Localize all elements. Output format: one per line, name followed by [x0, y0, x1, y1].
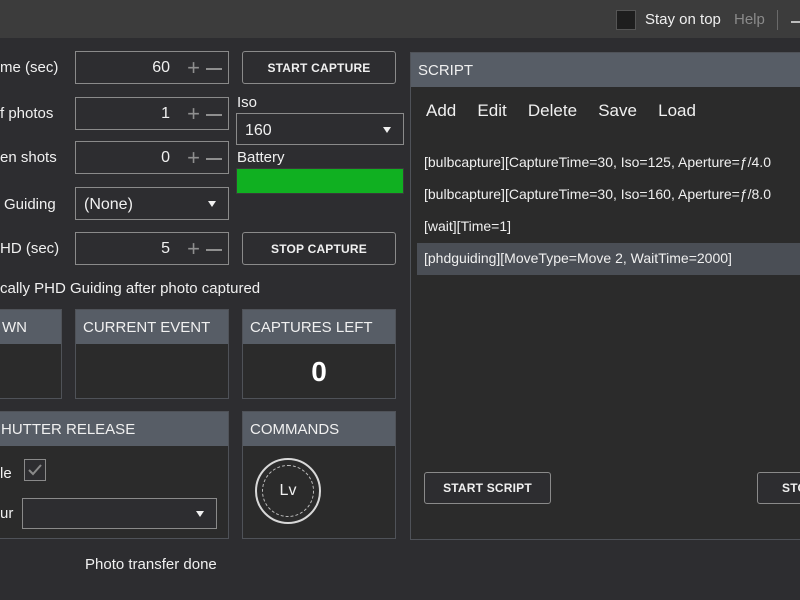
stop-script-button[interactable]: STO — [757, 472, 800, 504]
chevron-down-icon — [383, 127, 391, 133]
guiding-dropdown[interactable]: (None) — [75, 187, 229, 220]
countdown-panel: WN — [0, 309, 62, 399]
captures-left-title: CAPTURES LEFT — [250, 319, 373, 336]
commands-title: COMMANDS — [250, 421, 340, 438]
stay-on-top-checkbox[interactable] — [616, 10, 636, 30]
current-event-panel: CURRENT EVENT — [75, 309, 229, 399]
decrement-icon[interactable] — [206, 102, 222, 126]
script-add-button[interactable]: Add — [426, 101, 456, 120]
title-separator — [777, 10, 778, 30]
enable-label: le — [0, 465, 12, 482]
increment-icon[interactable]: + — [187, 56, 200, 80]
phd-time-value[interactable]: 5 — [161, 240, 170, 258]
time-between-shots-label: en shots — [0, 149, 57, 166]
status-message: Photo transfer done — [85, 556, 217, 573]
phd-auto-guiding-label: cally PHD Guiding after photo captured — [0, 280, 261, 297]
exposure-time-stepper[interactable]: 60 + — [75, 51, 229, 84]
script-line[interactable]: [bulbcapture][CaptureTime=30, Iso=125, A… — [424, 154, 771, 170]
script-line[interactable]: [bulbcapture][CaptureTime=30, Iso=160, A… — [424, 186, 771, 202]
script-load-button[interactable]: Load — [658, 101, 696, 120]
script-delete-button[interactable]: Delete — [528, 101, 577, 120]
port-label: ur — [0, 505, 14, 522]
script-line[interactable]: [wait][Time=1] — [424, 218, 511, 234]
panel-header: HUTTER RELEASE — [0, 412, 228, 446]
script-save-button[interactable]: Save — [598, 101, 637, 120]
battery-level-bar — [236, 168, 404, 194]
battery-label: Battery — [237, 149, 285, 166]
panel-header: CURRENT EVENT — [76, 310, 228, 344]
number-of-photos-value[interactable]: 1 — [161, 105, 170, 123]
increment-icon[interactable]: + — [187, 146, 200, 170]
chevron-down-icon — [208, 201, 216, 207]
stop-capture-button[interactable]: STOP CAPTURE — [242, 232, 396, 265]
increment-icon[interactable]: + — [187, 237, 200, 261]
script-line-selected[interactable]: [phdguiding][MoveType=Move 2, WaitTime=2… — [424, 250, 732, 266]
script-title: SCRIPT — [418, 62, 474, 79]
stay-on-top-label[interactable]: Stay on top — [645, 11, 721, 28]
number-of-photos-stepper[interactable]: 1 + — [75, 97, 229, 130]
script-menu: Add Edit Delete Save Load — [426, 101, 713, 121]
start-capture-button[interactable]: START CAPTURE — [242, 51, 396, 84]
chevron-down-icon — [196, 511, 204, 517]
time-between-shots-value[interactable]: 0 — [161, 149, 170, 167]
guiding-value: (None) — [84, 196, 133, 213]
countdown-title: WN — [2, 319, 27, 336]
time-between-shots-stepper[interactable]: 0 + — [75, 141, 229, 174]
iso-dropdown[interactable]: 160 — [236, 113, 404, 145]
captures-left-value: 0 — [311, 356, 327, 387]
live-view-label: Lv — [279, 482, 297, 499]
decrement-icon[interactable] — [206, 56, 222, 80]
iso-value: 160 — [245, 122, 272, 139]
panel-header: CAPTURES LEFT — [243, 310, 395, 344]
script-panel: SCRIPT — [410, 52, 800, 540]
panel-header: WN — [0, 310, 61, 344]
shutter-release-title: HUTTER RELEASE — [1, 421, 136, 438]
exposure-time-value[interactable]: 60 — [152, 59, 170, 77]
number-of-photos-label: f photos — [0, 105, 54, 122]
start-script-button[interactable]: START SCRIPT — [424, 472, 551, 504]
guiding-label: Guiding — [4, 196, 56, 213]
iso-label: Iso — [237, 94, 258, 111]
phd-time-label: HD (sec) — [0, 240, 60, 257]
help-link[interactable]: Help — [734, 11, 765, 28]
panel-header: COMMANDS — [243, 412, 395, 446]
port-dropdown[interactable] — [22, 498, 217, 529]
increment-icon[interactable]: + — [187, 102, 200, 126]
phd-time-stepper[interactable]: 5 + — [75, 232, 229, 265]
exposure-time-label: me (sec) — [0, 59, 59, 76]
current-event-title: CURRENT EVENT — [83, 319, 211, 336]
enable-checkbox[interactable] — [24, 459, 46, 481]
decrement-icon[interactable] — [206, 237, 222, 261]
decrement-icon[interactable] — [206, 146, 222, 170]
panel-header: SCRIPT — [411, 53, 800, 87]
script-edit-button[interactable]: Edit — [477, 101, 506, 120]
checkmark-icon — [28, 464, 42, 476]
minimize-icon[interactable] — [791, 21, 800, 23]
